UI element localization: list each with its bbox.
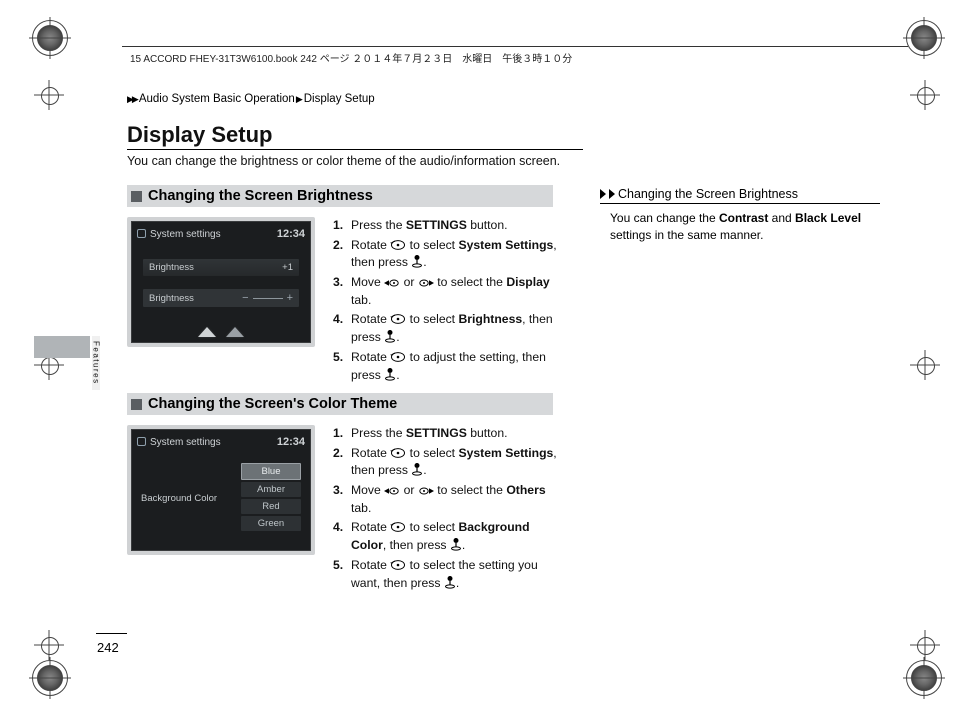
dial-icon	[390, 351, 406, 363]
sidebar-body: You can change the Contrast and Black Le…	[610, 210, 880, 245]
regmark-icon	[906, 20, 942, 56]
press-icon	[444, 575, 456, 589]
color-option-green: Green	[241, 516, 301, 531]
header-book-line: 15 ACCORD FHEY-31T3W6100.book 242 ページ ２０…	[130, 50, 572, 65]
screen-row-label: Brightness	[149, 262, 194, 273]
crosshair-icon	[34, 80, 64, 110]
screen-row-value: +1	[282, 262, 293, 273]
sidebar-heading-text: Changing the Screen Brightness	[618, 187, 798, 201]
square-bullet-icon	[131, 399, 142, 410]
subheading-brightness: Changing the Screen Brightness	[127, 185, 553, 207]
crosshair-icon	[34, 630, 64, 660]
press-icon	[384, 367, 396, 381]
brightness-steps: 1.Press the SETTINGS button. 2.Rotate to…	[333, 217, 565, 386]
dial-icon	[390, 447, 406, 459]
screen-time: 12:34	[277, 436, 305, 448]
color-option-red: Red	[241, 499, 301, 514]
color-option-blue: Blue	[241, 463, 301, 480]
sidebar-note: Changing the Screen Brightness You can c…	[600, 187, 880, 245]
screen-title: System settings	[150, 437, 221, 448]
page-number: 242	[97, 640, 119, 655]
step-3: 3.Move or to select the Others tab.	[333, 482, 565, 517]
step-4: 4.Rotate to select Brightness, then pres…	[333, 311, 565, 346]
regmark-icon	[32, 20, 68, 56]
step-5: 5.Rotate to select the setting you want,…	[333, 557, 565, 592]
chevron-right-icon	[609, 189, 615, 199]
screen-row-brightness-slider: Brightness − +	[143, 289, 299, 307]
header-rule	[122, 46, 908, 47]
screen-triangle-icons	[131, 327, 311, 337]
step-2: 2.Rotate to select System Settings, then…	[333, 445, 565, 480]
move-left-icon	[384, 486, 400, 496]
screen-topbar: System settings 12:34	[137, 436, 305, 448]
press-icon	[411, 254, 423, 268]
dial-icon	[390, 239, 406, 251]
title-rule	[127, 149, 583, 150]
screen-color-options: Blue Amber Red Green	[241, 463, 301, 531]
breadcrumb-sep: ▶	[296, 94, 303, 105]
regmark-icon	[32, 660, 68, 696]
screen-indicator-icon	[137, 437, 146, 446]
color-theme-screenshot: System settings 12:34 Background Color B…	[127, 425, 315, 555]
step-1: 1.Press the SETTINGS button.	[333, 425, 565, 443]
screen-topbar: System settings 12:34	[137, 228, 305, 240]
subheading-color-theme: Changing the Screen's Color Theme	[127, 393, 553, 415]
press-icon	[411, 462, 423, 476]
dial-icon	[390, 559, 406, 571]
screen-time: 12:34	[277, 228, 305, 240]
brightness-screenshot: System settings 12:34 Brightness +1 Brig…	[127, 217, 315, 347]
move-right-icon	[418, 278, 434, 288]
crosshair-icon	[910, 630, 940, 660]
subheading-text: Changing the Screen Brightness	[148, 188, 373, 204]
step-4: 4.Rotate to select Background Color, the…	[333, 519, 565, 554]
breadcrumb-arrow: ▶▶	[127, 94, 137, 105]
move-left-icon	[384, 278, 400, 288]
screen-slider: − +	[242, 292, 293, 304]
step-3: 3.Move or to select the Display tab.	[333, 274, 565, 309]
step-1: 1.Press the SETTINGS button.	[333, 217, 565, 235]
screen-row-label: Brightness	[149, 293, 194, 304]
slider-plus: +	[287, 292, 293, 304]
press-icon	[450, 537, 462, 551]
step-2: 2.Rotate to select System Settings, then…	[333, 237, 565, 272]
chevron-right-icon	[600, 189, 606, 199]
margin-tab	[34, 336, 90, 358]
screen-row-brightness-value: Brightness +1	[143, 259, 299, 276]
features-tab: Features	[92, 336, 100, 390]
crosshair-icon	[910, 80, 940, 110]
square-bullet-icon	[131, 191, 142, 202]
step-5: 5.Rotate to adjust the setting, then pre…	[333, 349, 565, 384]
breadcrumb: ▶▶ Audio System Basic Operation ▶ Displa…	[127, 93, 375, 105]
intro-text: You can change the brightness or color t…	[127, 154, 560, 168]
slider-minus: −	[242, 292, 248, 304]
sidebar-heading: Changing the Screen Brightness	[600, 187, 880, 204]
screen-title: System settings	[150, 229, 221, 240]
crosshair-icon	[910, 350, 940, 380]
screen-indicator-icon	[137, 229, 146, 238]
move-right-icon	[418, 486, 434, 496]
breadcrumb-b: Display Setup	[304, 93, 375, 105]
color-option-amber: Amber	[241, 482, 301, 497]
dial-icon	[390, 521, 406, 533]
press-icon	[384, 329, 396, 343]
breadcrumb-a: Audio System Basic Operation	[139, 93, 295, 105]
regmark-icon	[906, 660, 942, 696]
page-title: Display Setup	[127, 122, 272, 148]
color-theme-steps: 1.Press the SETTINGS button. 2.Rotate to…	[333, 425, 565, 594]
subheading-text: Changing the Screen's Color Theme	[148, 396, 397, 412]
screen-bg-color-label: Background Color	[141, 493, 217, 504]
dial-icon	[390, 313, 406, 325]
